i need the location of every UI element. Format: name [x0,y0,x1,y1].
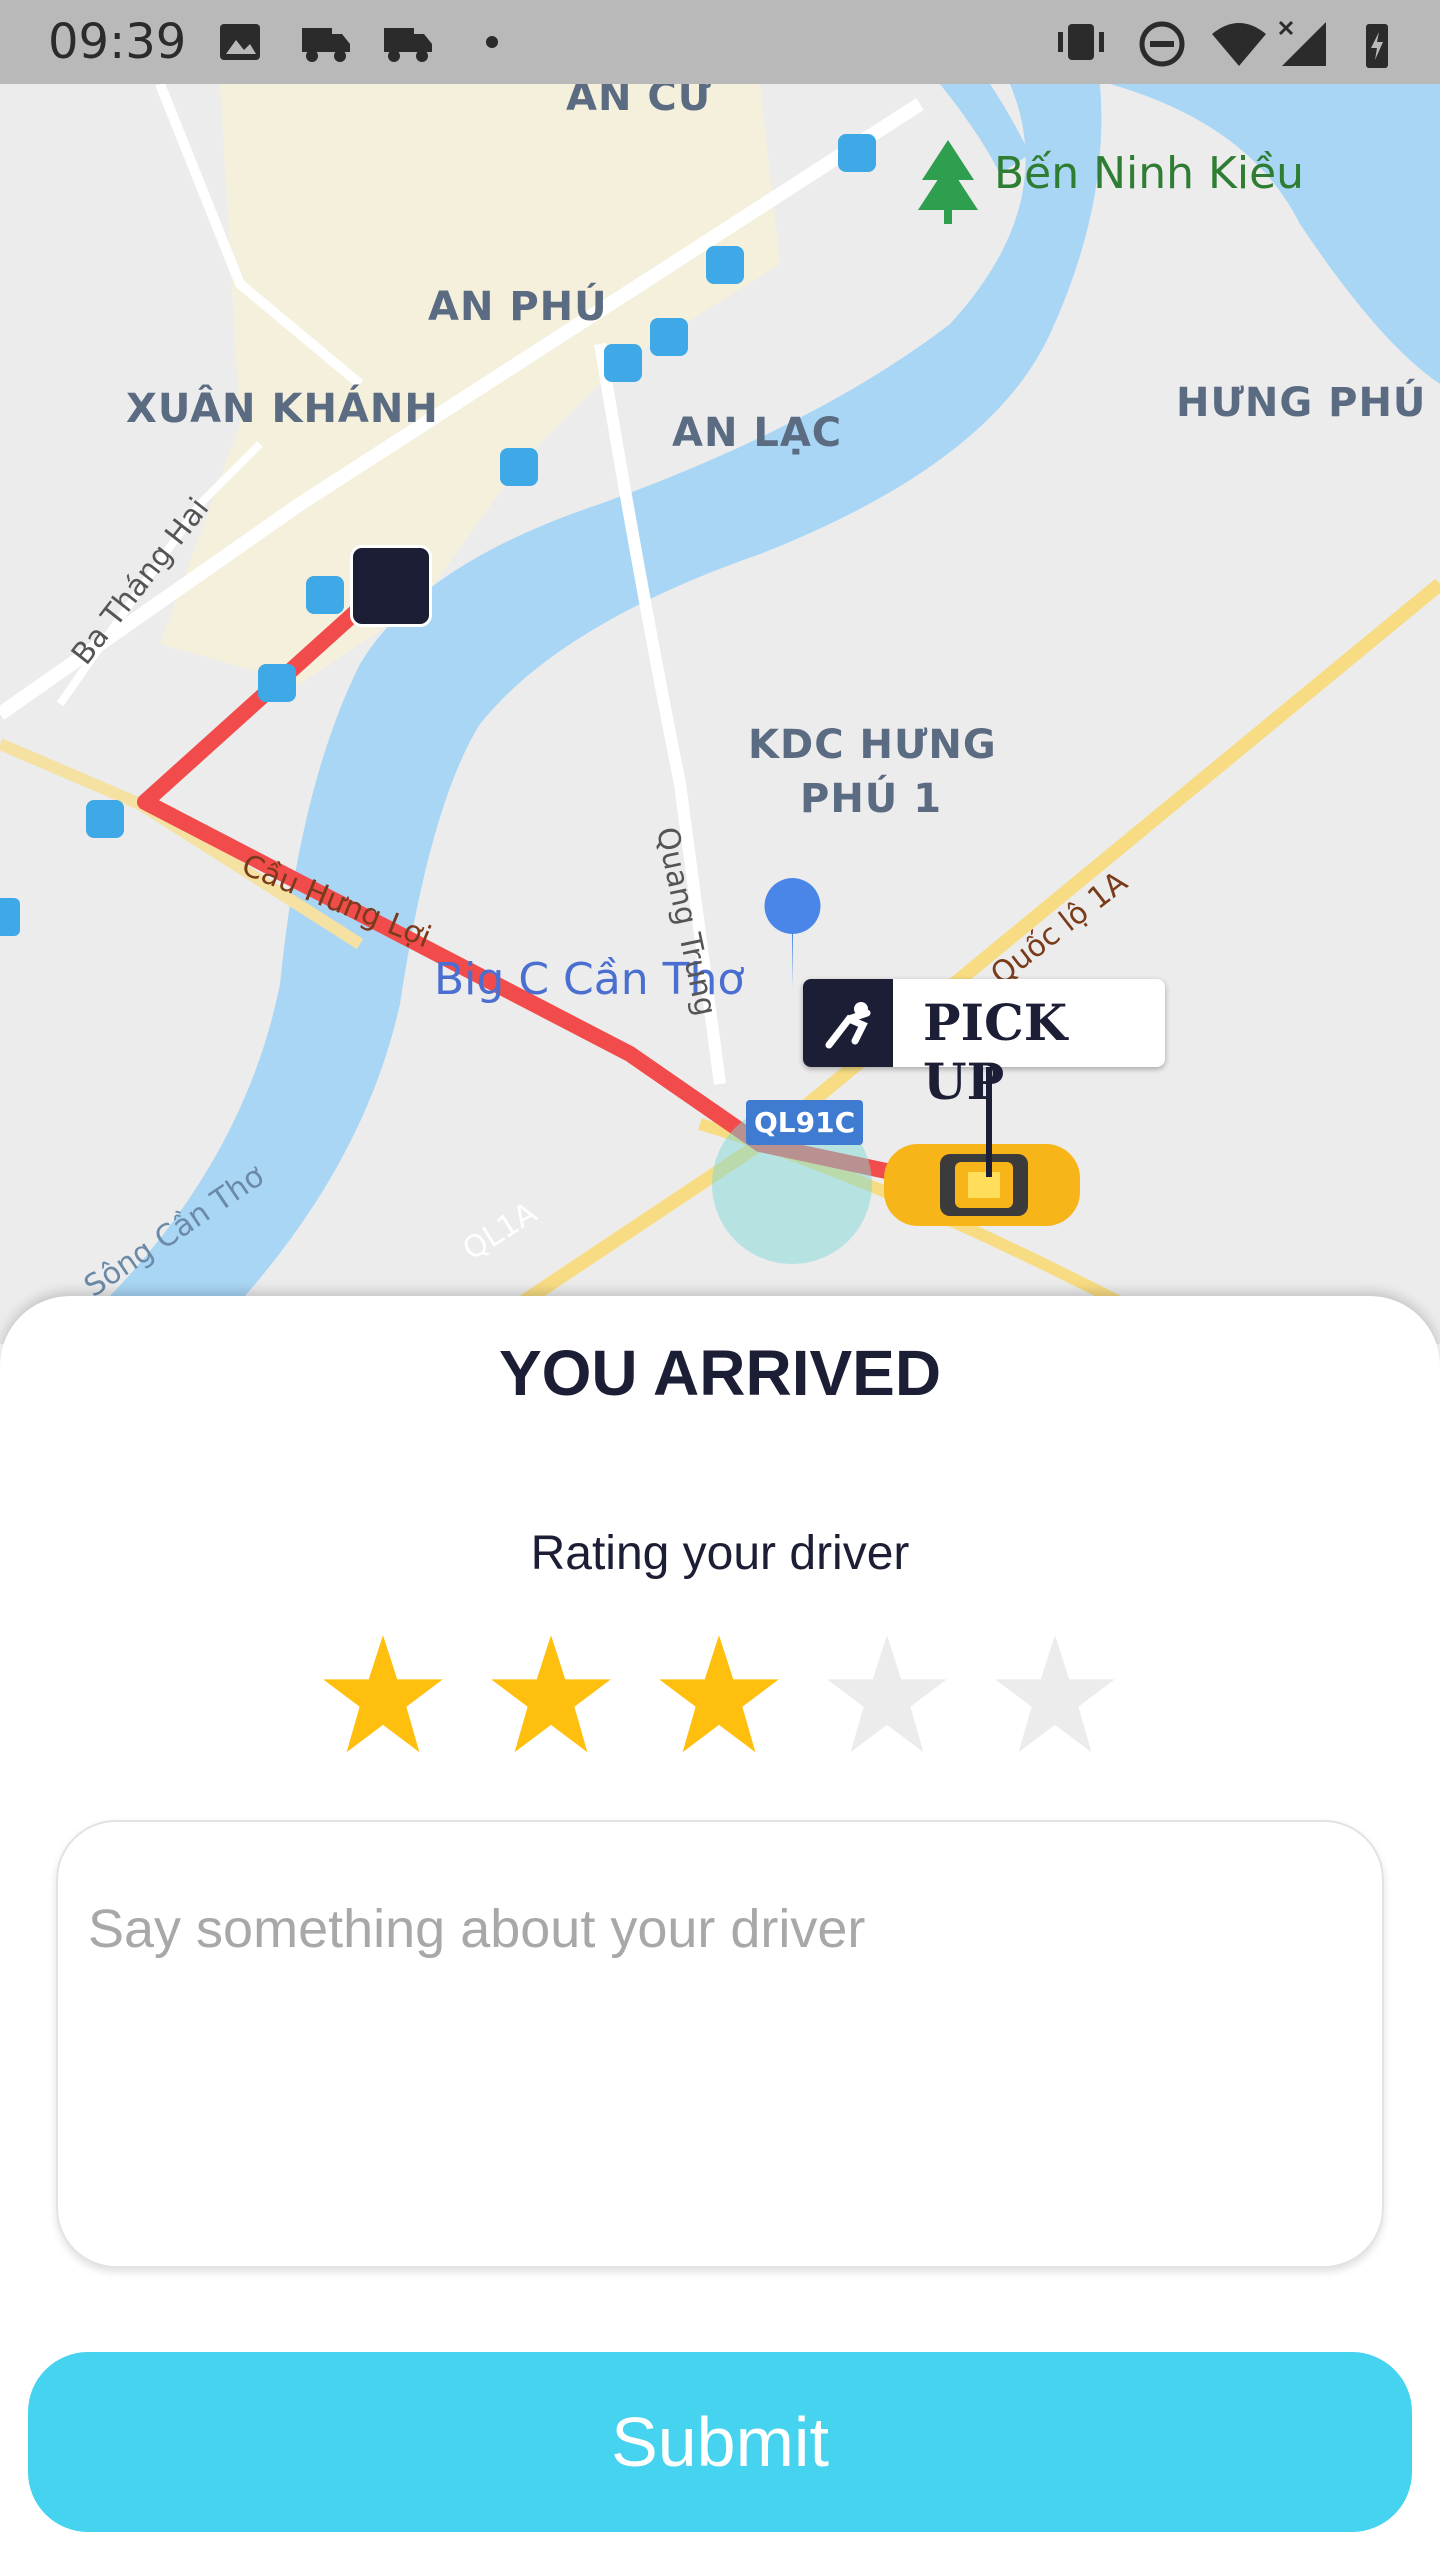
submit-button[interactable]: Submit [28,2352,1412,2532]
area-label: AN CƯ [566,84,713,120]
driver-comment-input[interactable] [86,1896,1350,2240]
taxi-icon [884,1144,1080,1226]
star-icon[interactable] [654,1630,784,1760]
pickup-label: PICK UP [923,993,1068,1111]
image-icon [220,24,260,60]
area-label: AN LẠC [672,410,843,456]
status-time: 09:39 [48,14,187,70]
destination-marker[interactable] [350,545,432,627]
pickup-pin [986,1067,992,1177]
truck-icon [302,28,350,62]
area-label: KDC HƯNG [748,722,997,768]
pickup-tag[interactable]: PICK UP [803,979,1165,1111]
pickup-person-icon [803,979,893,1067]
star-rating[interactable] [318,1630,1138,1760]
star-icon[interactable] [486,1630,616,1760]
star-icon[interactable] [822,1630,952,1760]
signal-icon [1278,20,1326,66]
vibrate-icon [1058,24,1104,60]
area-label: HƯNG PHÚ [1176,380,1427,426]
battery-charging-icon [1366,24,1388,68]
status-bar: 09:39 [0,0,1440,84]
tree-icon [918,140,978,210]
dot-icon [486,36,498,48]
area-label: XUÂN KHÁNH [126,386,439,432]
rating-label: Rating your driver [530,1527,910,1580]
area-label: PHÚ 1 [800,776,943,822]
do-not-disturb-icon [1139,21,1185,67]
shop-pin-icon [764,878,821,988]
truck-icon [384,28,432,62]
wifi-icon [1212,23,1266,66]
star-icon[interactable] [990,1630,1120,1760]
highway-badge: QL91C [746,1100,864,1145]
sheet-title: YOU ARRIVED [498,1337,942,1409]
driver-comment-box[interactable] [56,1820,1384,2268]
poi-label: Bến Ninh Kiều [994,148,1305,199]
area-label: AN PHÚ [428,284,608,330]
map-canvas [0,84,1440,1344]
star-icon[interactable] [318,1630,448,1760]
map[interactable]: AN CƯ AN PHÚ XUÂN KHÁNH AN LẠC HƯNG PHÚ … [0,84,1440,1344]
